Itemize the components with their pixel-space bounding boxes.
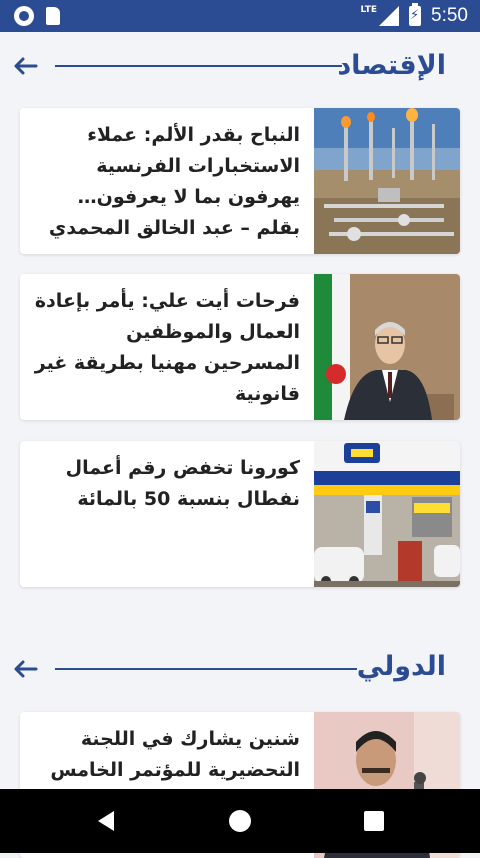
article-thumbnail[interactable]	[314, 441, 460, 587]
navigation-bar	[0, 789, 480, 853]
article-title[interactable]: فرحات أيت علي: يأمر بإعادة العمال والموظ…	[34, 286, 300, 410]
home-circle-icon[interactable]	[228, 809, 252, 833]
arrow-left-icon[interactable]	[12, 659, 38, 679]
battery-charging-icon: ⚡	[409, 3, 422, 26]
back-triangle-icon[interactable]	[94, 809, 118, 833]
article-thumbnail[interactable]	[314, 108, 460, 254]
article-title[interactable]: النباح بقدر الألم: عملاء الاستخبارات الف…	[34, 120, 300, 244]
section-title[interactable]: الإقتصاد	[337, 50, 446, 81]
article-thumbnail[interactable]	[314, 274, 460, 420]
article-card[interactable]: فرحات أيت علي: يأمر بإعادة العمال والموظ…	[20, 274, 460, 420]
status-bar: LTE ⚡ 5:50	[0, 0, 480, 32]
article-card[interactable]: كورونا تخفض رقم أعمال نفطال بنسبة 50 بال…	[20, 441, 460, 587]
section-divider	[55, 65, 342, 67]
network-type: LTE	[360, 5, 378, 15]
notification-circle-icon	[14, 6, 34, 26]
section-header-economy: الإقتصاد	[0, 44, 480, 94]
section-header-international: الدولي	[0, 645, 480, 695]
signal-icon	[379, 6, 400, 26]
section-title[interactable]: الدولي	[357, 651, 446, 682]
article-title[interactable]: كورونا تخفض رقم أعمال نفطال بنسبة 50 بال…	[34, 453, 300, 515]
arrow-left-icon[interactable]	[12, 56, 38, 76]
status-time: 5:50	[431, 5, 468, 26]
recents-square-icon[interactable]	[362, 809, 386, 833]
section-divider	[55, 668, 357, 670]
sd-card-icon	[46, 7, 60, 25]
article-card[interactable]: النباح بقدر الألم: عملاء الاستخبارات الف…	[20, 108, 460, 254]
